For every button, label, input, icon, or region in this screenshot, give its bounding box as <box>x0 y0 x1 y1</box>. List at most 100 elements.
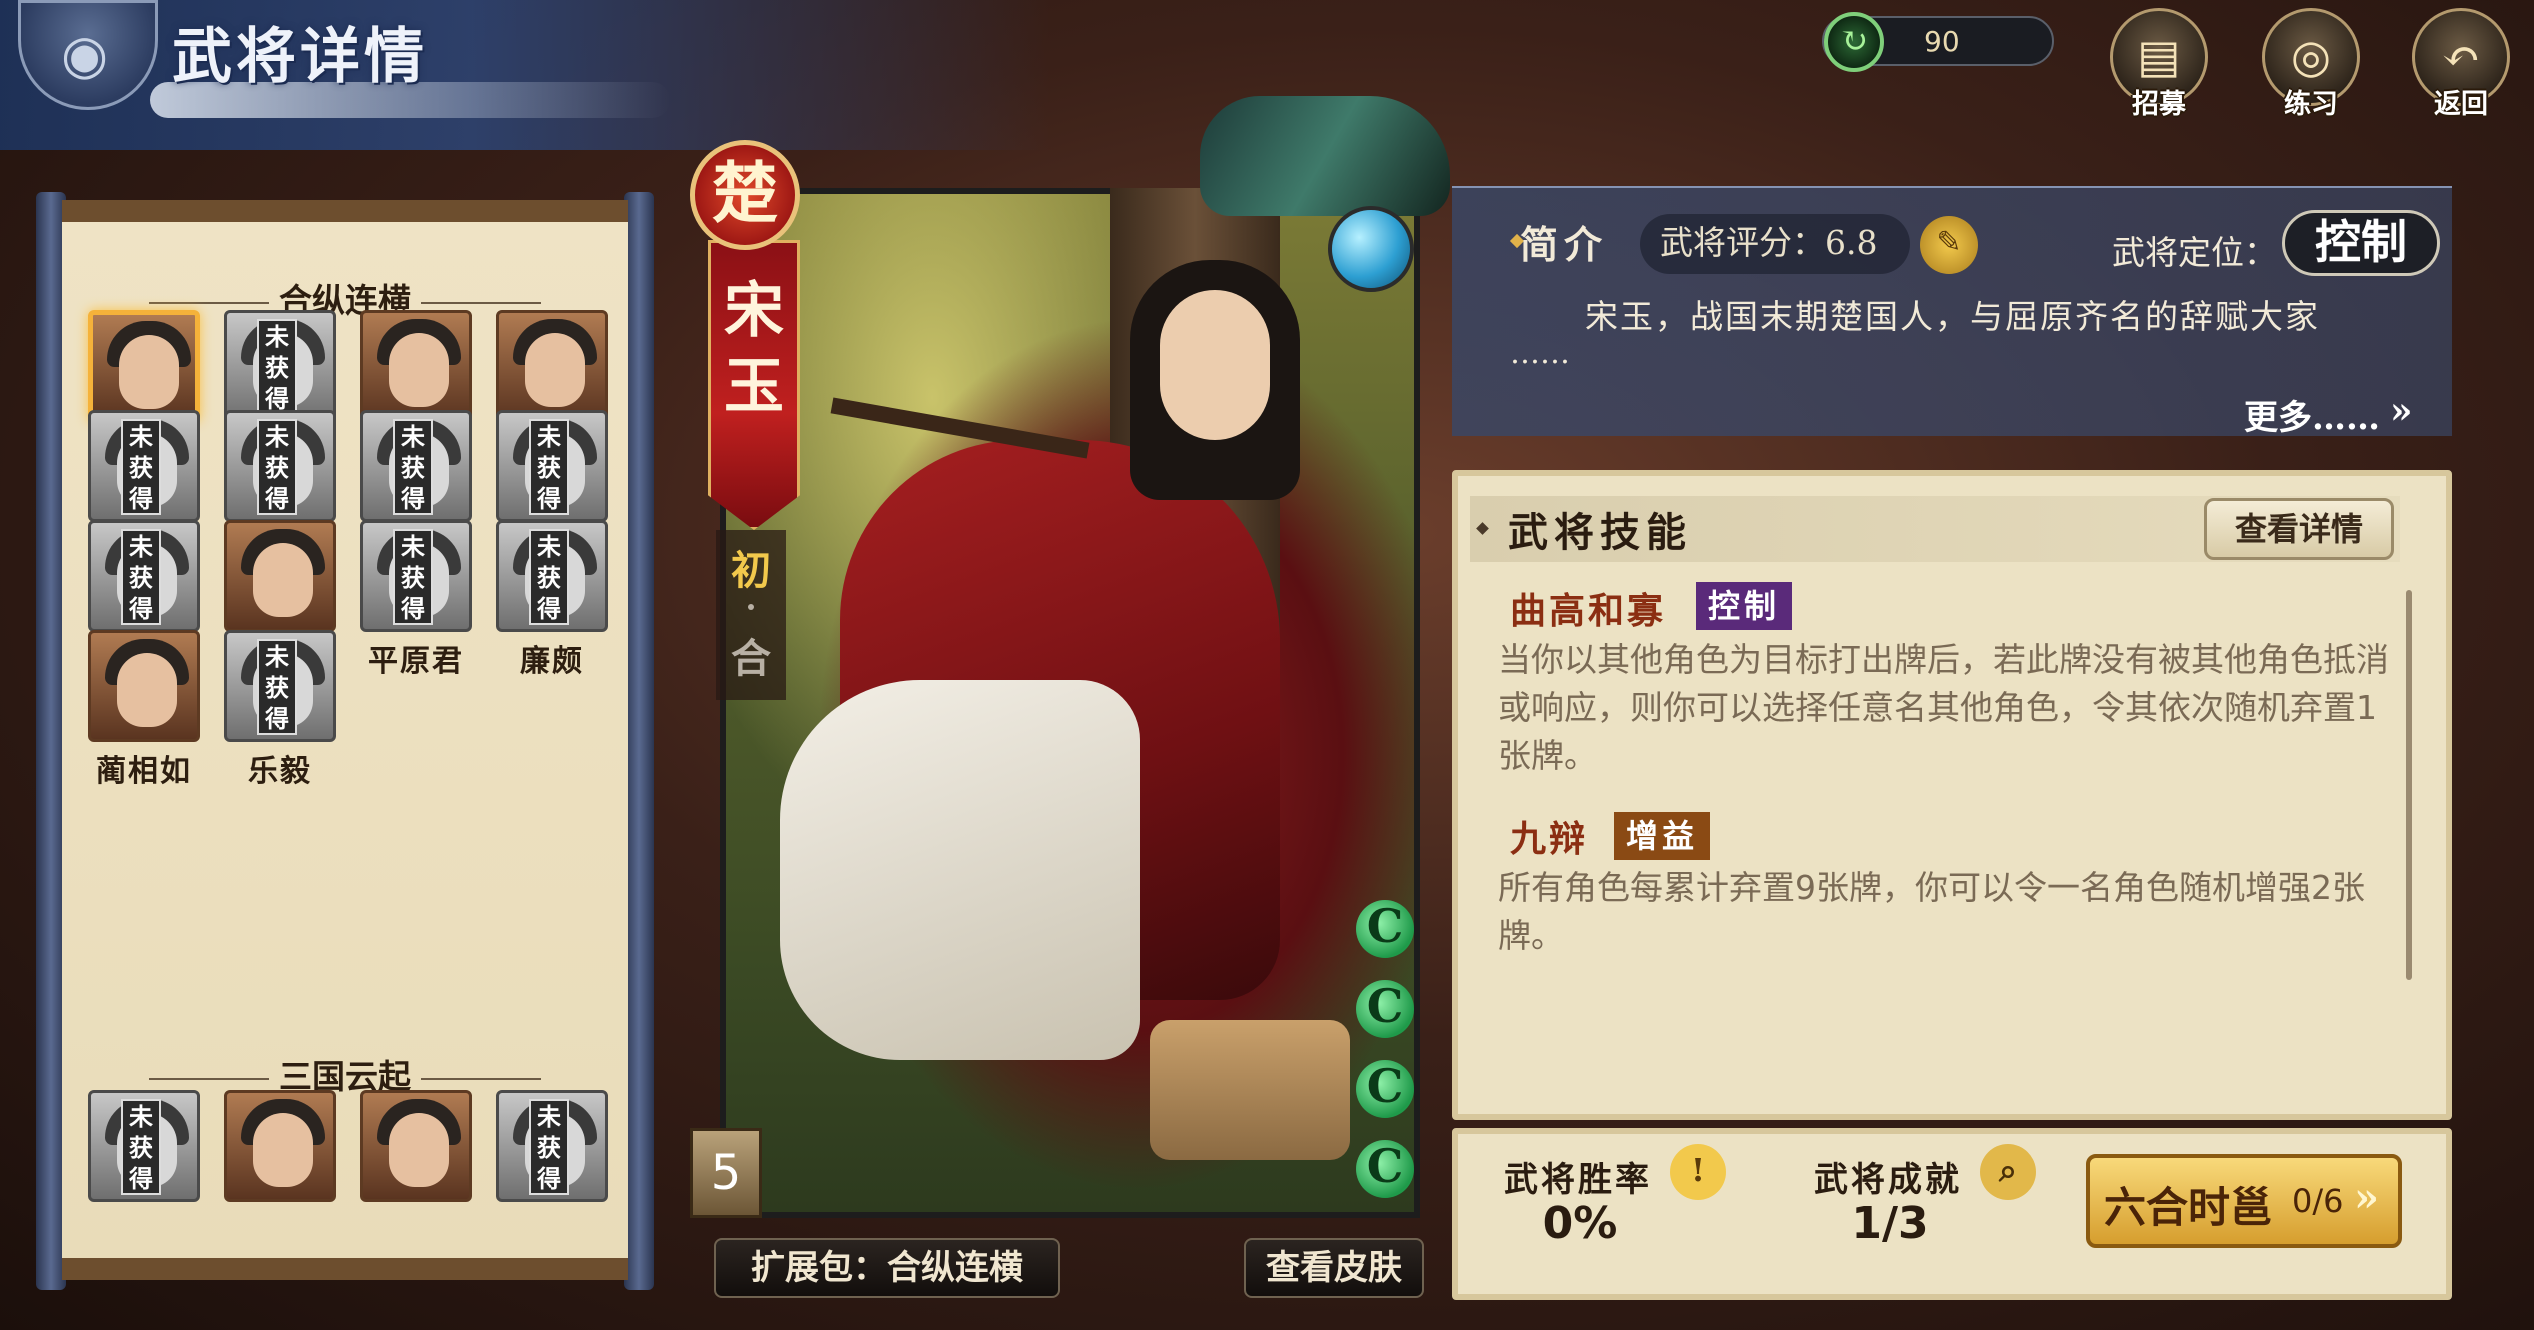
skill-description: 当你以其他角色为目标打出牌后，若此牌没有被其他角色抵消或响应，则你可以选择任意名… <box>1498 640 2389 775</box>
locked-badge: 未获得 <box>257 639 297 735</box>
view-skin-button[interactable]: 查看皮肤 <box>1244 1238 1424 1298</box>
hero-portrait[interactable] <box>224 520 336 632</box>
skill-tag: 控制 <box>1696 582 1793 630</box>
locked-badge: 未获得 <box>121 529 161 625</box>
intro-text: 宋玉，战国末期楚国人，与屈原齐名的辞赋大家 <box>1585 297 2320 336</box>
hp-column: C C C C <box>1350 900 1420 1230</box>
practice-label: 练习 <box>2284 89 2338 120</box>
intro-ellipsis: …… <box>1510 336 1570 371</box>
hero-portrait[interactable] <box>496 310 608 422</box>
hero-name-label: 乐毅 <box>248 754 312 789</box>
locked-badge: 未获得 <box>121 1099 161 1195</box>
hero-slot[interactable]: 未获得 <box>88 1090 200 1202</box>
locked-badge: 未获得 <box>529 529 569 625</box>
intro-title: 简介 <box>1520 222 1609 267</box>
hero-portrait[interactable] <box>360 310 472 422</box>
skills-panel <box>1452 470 2452 1120</box>
edit-note-icon[interactable]: ✎ <box>1920 216 1978 274</box>
locked-badge: 未获得 <box>529 1099 569 1195</box>
portrait-face <box>253 1113 313 1187</box>
hero-name-label: 蔺相如 <box>96 754 192 789</box>
hero-portrait[interactable]: 未获得 <box>496 520 608 632</box>
hero-slot[interactable] <box>224 1090 336 1202</box>
recruit-label: 招募 <box>2132 89 2186 120</box>
art-scrolls <box>1150 1020 1350 1160</box>
locked-badge: 未获得 <box>257 419 297 515</box>
six-harmony-progress: 0/6 <box>2292 1182 2344 1220</box>
skills-scrollbar[interactable] <box>2406 590 2412 980</box>
currency-value: 90 <box>1924 25 1960 58</box>
tag-he: 合 <box>731 635 771 682</box>
hero-slot[interactable]: 未获得 <box>496 1090 608 1202</box>
hero-score: 武将评分：6.8 <box>1640 214 1910 274</box>
more-link[interactable]: 更多…… <box>2244 390 2380 439</box>
back-label: 返回 <box>2434 89 2488 120</box>
achievement-label: 武将成就 <box>1814 1160 1962 1200</box>
hero-name-ribbon: 宋 玉 <box>708 240 800 530</box>
portrait-face <box>253 543 313 617</box>
recruit-button[interactable]: ▤ 招募 <box>2110 8 2208 120</box>
hero-list-panel[interactable]: 合纵连横 宋玉未获得张仪范雎如姬未获得信陵君未获得孟尝君未获得田单未获得苏秦未获… <box>62 200 628 1280</box>
skill-tag: 增益 <box>1614 812 1711 860</box>
scroll-rod-right <box>624 192 654 1290</box>
portrait-face <box>119 335 179 409</box>
hero-portrait[interactable]: 未获得 <box>88 520 200 632</box>
hero-portrait[interactable]: 未获得 <box>88 410 200 522</box>
six-harmony-label: 六合时邕 <box>2104 1183 2273 1232</box>
hp-pip: C <box>1356 980 1414 1038</box>
practice-button[interactable]: ◎ 练习 <box>2262 8 2360 120</box>
jade-orb-icon <box>1328 206 1414 292</box>
currency-display: ↻ 90 <box>1822 12 2054 72</box>
achievement-value: 1/3 <box>1851 1198 1929 1249</box>
magnifier-icon[interactable]: ⌕ <box>1980 1144 2036 1200</box>
hero-portrait[interactable]: 未获得 <box>360 520 472 632</box>
locked-badge: 未获得 <box>393 529 433 625</box>
card-level: 5 <box>690 1128 762 1218</box>
hero-portrait[interactable]: 未获得 <box>88 1090 200 1202</box>
hero-portrait[interactable]: 未获得 <box>496 1090 608 1202</box>
portrait-face <box>525 333 585 407</box>
skill-description: 所有角色每累计弃置9张牌，你可以令一名角色随机增强2张牌。 <box>1498 868 2365 955</box>
skills-heading: 武将技能 <box>1508 509 1692 556</box>
page-title: 武将详情 <box>172 22 428 92</box>
hero-portrait[interactable]: 未获得 <box>360 410 472 522</box>
locked-badge: 未获得 <box>121 419 161 515</box>
hp-pip: C <box>1356 1140 1414 1198</box>
hero-slot[interactable]: 未获得乐毅 <box>224 630 336 790</box>
double-chevron-icon: » <box>2354 1174 2379 1221</box>
exclamation-icon[interactable]: ! <box>1670 1144 1726 1200</box>
dragon-ornament-icon <box>1200 96 1450 216</box>
hero-portrait[interactable] <box>224 1090 336 1202</box>
view-details-button[interactable]: 查看详情 <box>2204 498 2394 560</box>
hero-portrait[interactable] <box>360 1090 472 1202</box>
win-rate-label: 武将胜率 <box>1504 1160 1652 1200</box>
hero-portrait[interactable]: 未获得 <box>224 630 336 742</box>
kingdom-badge: 楚 <box>690 140 800 250</box>
double-chevron-icon[interactable]: » <box>2390 390 2413 432</box>
win-rate-value: 0% <box>1542 1198 1618 1249</box>
hero-portrait[interactable] <box>88 310 200 422</box>
skill-name: 曲高和寡 <box>1510 590 1667 632</box>
jade-currency-icon: ↻ <box>1824 12 1884 72</box>
locked-badge: 未获得 <box>257 319 297 415</box>
hero-portrait[interactable]: 未获得 <box>224 410 336 522</box>
portrait-face <box>389 1113 449 1187</box>
skill-name: 九辩 <box>1510 818 1589 860</box>
portrait-face <box>117 653 177 727</box>
hero-slot[interactable] <box>360 1090 472 1202</box>
hero-name-label: 廉颇 <box>520 644 584 679</box>
expansion-pack-label: 扩展包：合纵连横 <box>714 1238 1060 1298</box>
hero-slot[interactable]: 未获得廉颇 <box>496 520 608 680</box>
hero-portrait[interactable]: 未获得 <box>496 410 608 522</box>
art-white-robe <box>780 680 1140 1060</box>
hero-slot[interactable]: 未获得平原君 <box>360 520 472 680</box>
hero-portrait[interactable] <box>88 630 200 742</box>
locked-badge: 未获得 <box>529 419 569 515</box>
hp-pip: C <box>1356 900 1414 958</box>
hero-slot[interactable]: 蔺相如 <box>88 630 200 790</box>
hero-portrait[interactable]: 未获得 <box>224 310 336 422</box>
role-label: 武将定位： <box>2112 233 2277 272</box>
back-button[interactable]: ↶ 返回 <box>2412 8 2510 120</box>
hero-name: 宋 玉 <box>724 276 784 422</box>
role-badge: 控制 <box>2282 210 2440 276</box>
